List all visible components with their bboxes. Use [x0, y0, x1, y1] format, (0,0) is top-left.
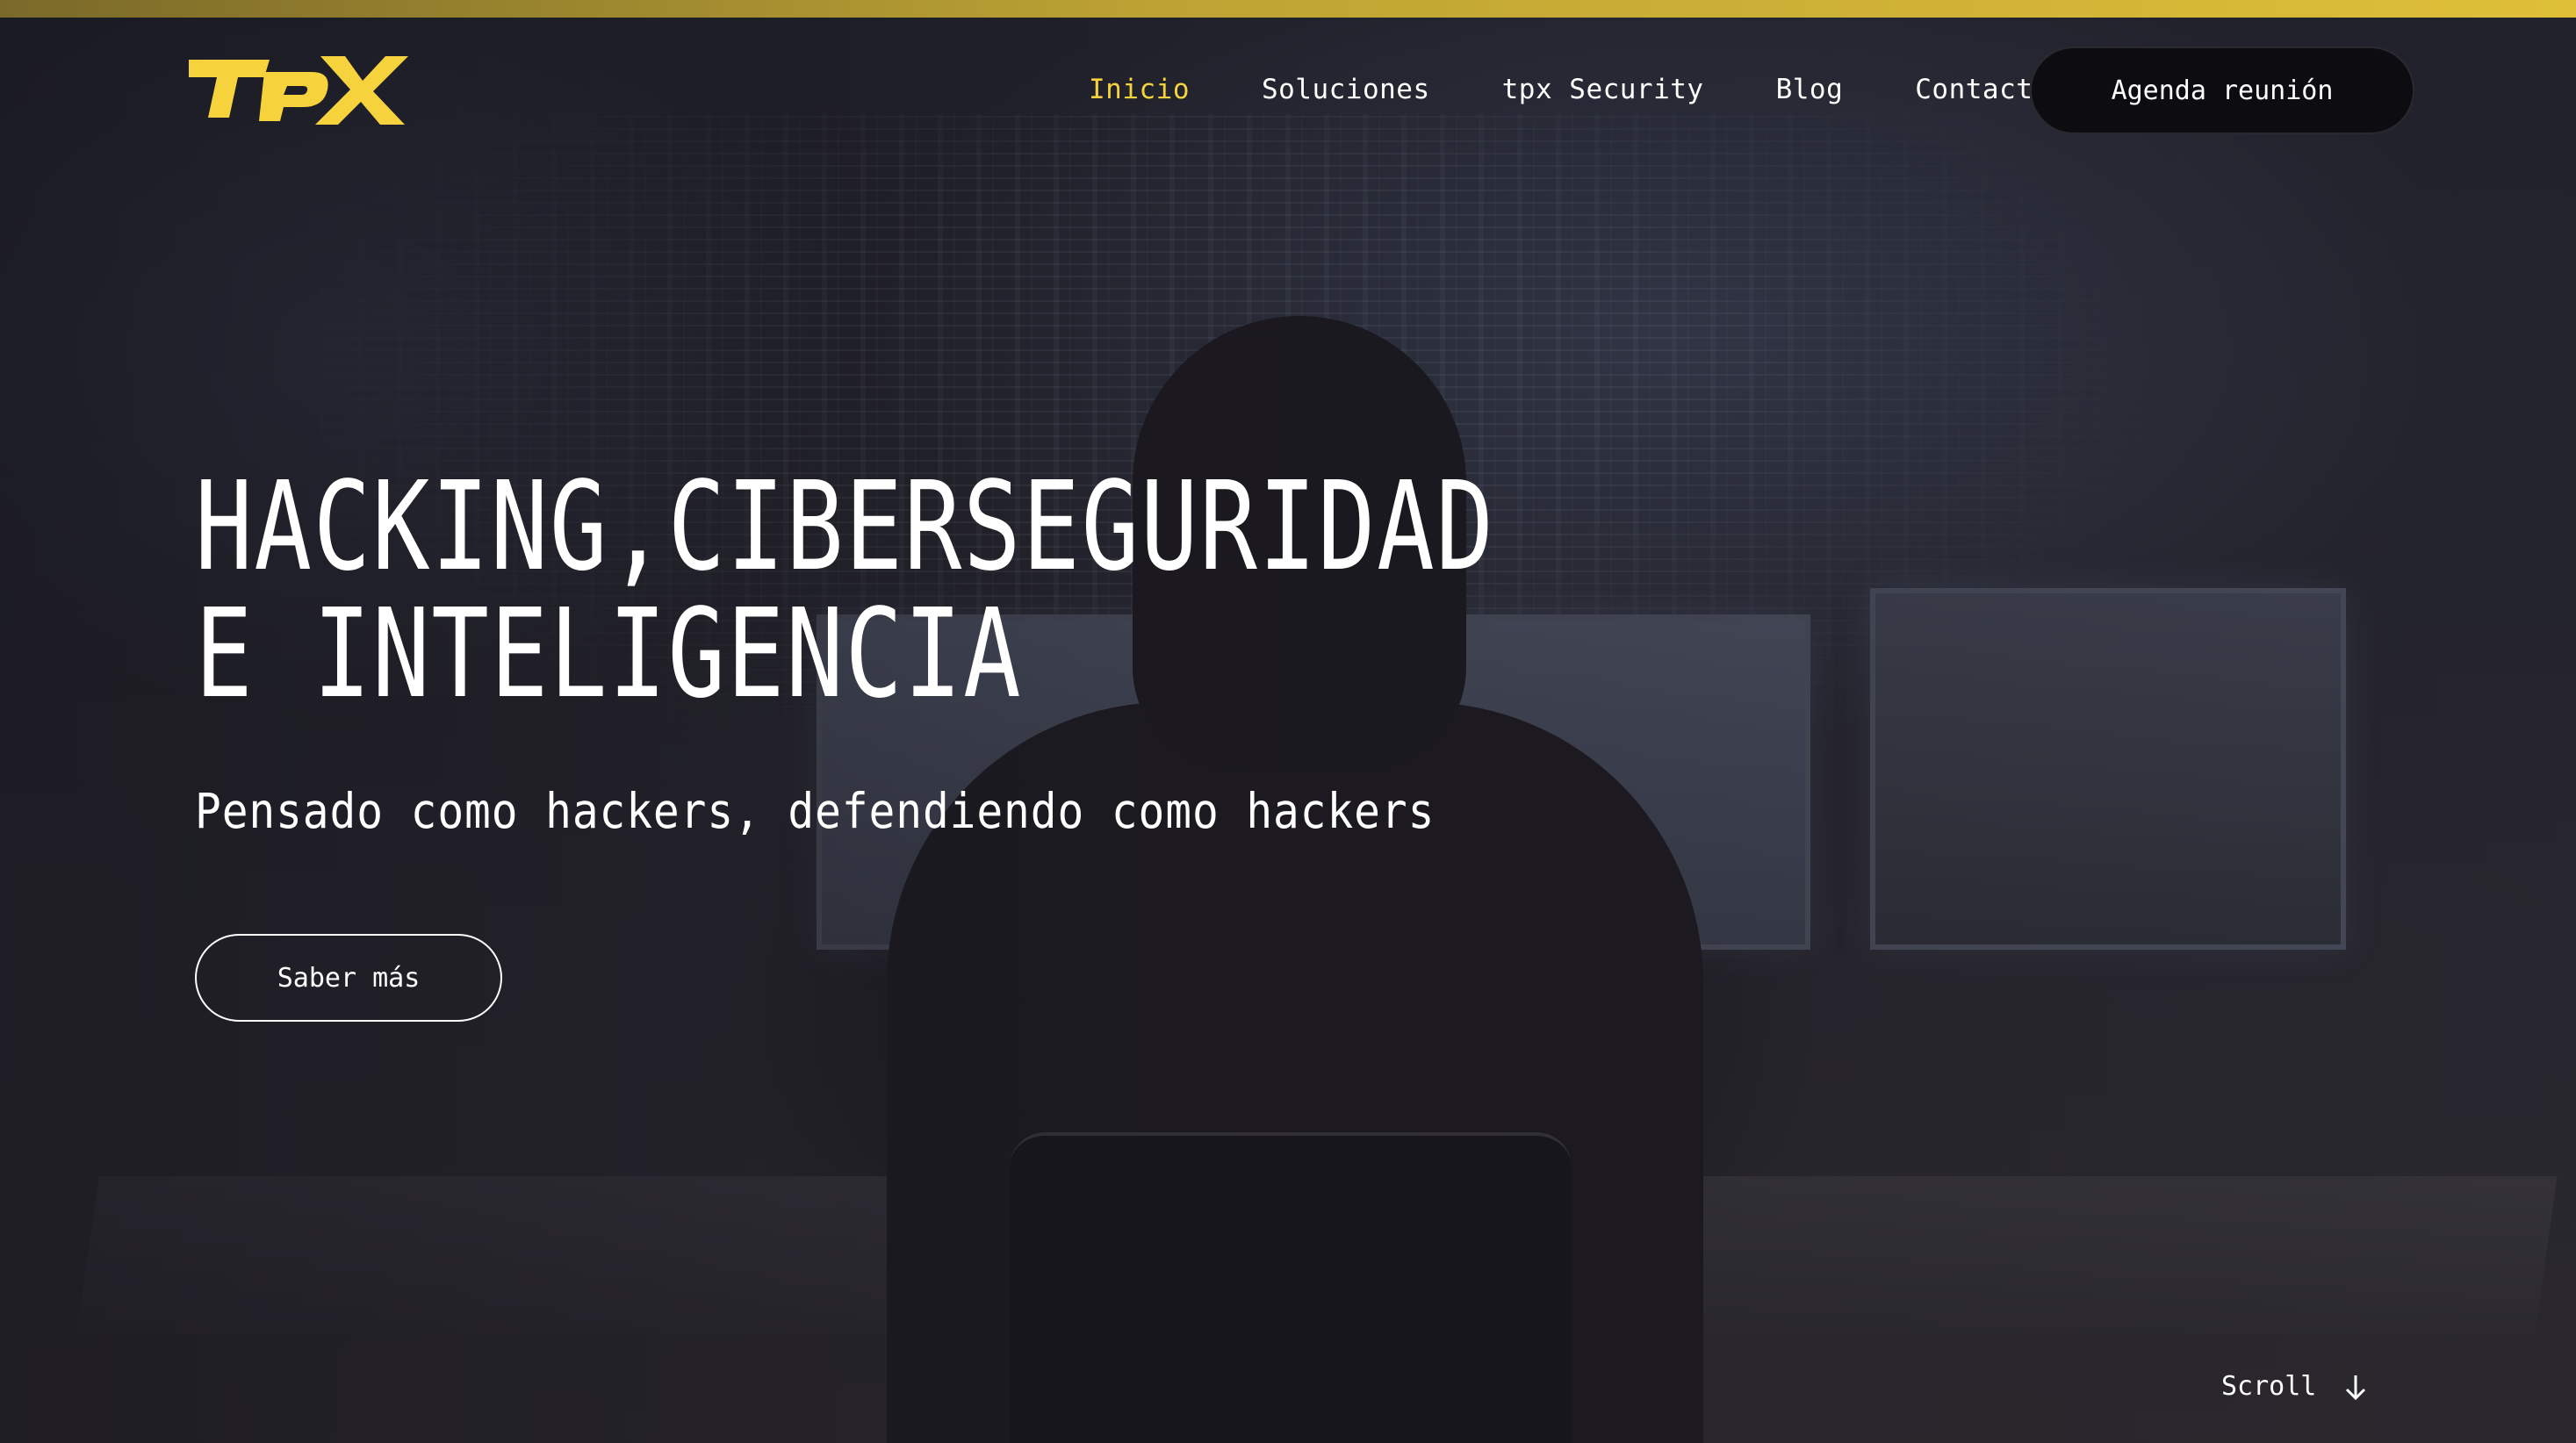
- hero-title-line-1: HACKING,CIBERSEGURIDAD: [195, 456, 1495, 599]
- nav-item-tpx-security[interactable]: tpx Security: [1502, 74, 1704, 105]
- arrow-down-icon: [2342, 1372, 2369, 1402]
- hero-subtitle: Pensado como hackers, defendiendo como h…: [195, 783, 1436, 839]
- tpx-logo-icon: [189, 56, 408, 125]
- learn-more-button[interactable]: Saber más: [195, 934, 502, 1022]
- schedule-meeting-button[interactable]: Agenda reunión: [2030, 47, 2414, 134]
- nav-item-soluciones[interactable]: Soluciones: [1262, 74, 1430, 105]
- tpx-logo[interactable]: [189, 54, 408, 126]
- hero-title-line-2: E INTELIGENCIA: [195, 583, 1023, 726]
- nav-item-blog[interactable]: Blog: [1776, 74, 1844, 105]
- hero-title: HACKING,CIBERSEGURIDAD E INTELIGENCIA: [195, 463, 1495, 718]
- nav-item-inicio[interactable]: Inicio: [1089, 74, 1190, 105]
- scroll-indicator[interactable]: Scroll: [2221, 1371, 2369, 1402]
- scroll-label: Scroll: [2221, 1371, 2317, 1402]
- main-nav: Inicio Soluciones tpx Security Blog Cont…: [1089, 46, 2122, 133]
- landing-page: Inicio Soluciones tpx Security Blog Cont…: [0, 0, 2576, 1443]
